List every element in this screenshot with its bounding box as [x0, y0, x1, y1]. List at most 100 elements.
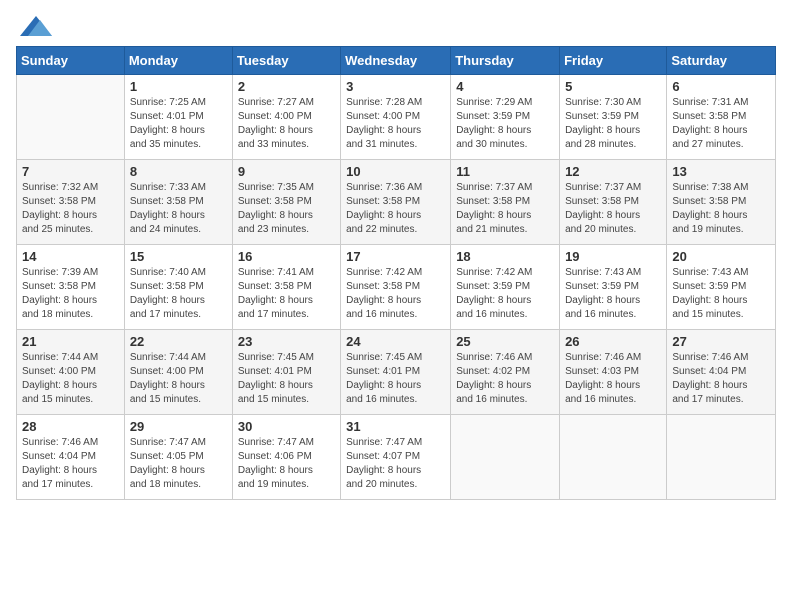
calendar-cell: 4Sunrise: 7:29 AM Sunset: 3:59 PM Daylig…	[451, 75, 560, 160]
calendar-cell: 14 Sunrise: 7:39 AM Sunset: 3:58 PM Dayli…	[17, 245, 125, 330]
day-info: Sunrise: 7:44 AM Sunset: 4:00 PM Dayligh…	[22, 351, 119, 407]
day-number: 24	[346, 334, 445, 349]
day-number: 23	[238, 334, 335, 349]
calendar-week-row: 7 Sunrise: 7:32 AM Sunset: 3:58 PM Daylig…	[17, 160, 776, 245]
day-header-monday: Monday	[124, 47, 232, 75]
day-header-wednesday: Wednesday	[341, 47, 451, 75]
day-number: 16	[238, 249, 335, 264]
day-header-sunday: Sunday	[17, 47, 125, 75]
calendar-cell: 3Sunrise: 7:28 AM Sunset: 4:00 PM Daylig…	[341, 75, 451, 160]
day-number: 1	[130, 79, 227, 94]
calendar-cell	[17, 75, 125, 160]
day-info: Sunrise: 7:33 AM Sunset: 3:58 PM Dayligh…	[130, 181, 227, 237]
calendar-cell: 19Sunrise: 7:43 AM Sunset: 3:59 PM Dayli…	[560, 245, 667, 330]
day-number: 6	[672, 79, 770, 94]
day-number: 5	[565, 79, 661, 94]
day-info: Sunrise: 7:32 AM Sunset: 3:58 PM Dayligh…	[22, 181, 119, 237]
calendar-cell: 13 Sunrise: 7:38 AM Sunset: 3:58 PM Dayli…	[667, 160, 776, 245]
day-info: Sunrise: 7:25 AM Sunset: 4:01 PM Dayligh…	[130, 96, 227, 152]
day-info: Sunrise: 7:39 AM Sunset: 3:58 PM Dayligh…	[22, 266, 119, 322]
day-info: Sunrise: 7:46 AM Sunset: 4:04 PM Dayligh…	[672, 351, 770, 407]
day-info: Sunrise: 7:35 AM Sunset: 3:58 PM Dayligh…	[238, 181, 335, 237]
day-number: 10	[346, 164, 445, 179]
day-info: Sunrise: 7:43 AM Sunset: 3:59 PM Dayligh…	[565, 266, 661, 322]
day-header-friday: Friday	[560, 47, 667, 75]
calendar-cell: 28 Sunrise: 7:46 AM Sunset: 4:04 PM Dayli…	[17, 415, 125, 500]
day-number: 9	[238, 164, 335, 179]
calendar-cell: 8 Sunrise: 7:33 AM Sunset: 3:58 PM Daylig…	[124, 160, 232, 245]
day-number: 13	[672, 164, 770, 179]
calendar-cell: 11Sunrise: 7:37 AM Sunset: 3:58 PM Dayli…	[451, 160, 560, 245]
calendar-table: SundayMondayTuesdayWednesdayThursdayFrid…	[16, 46, 776, 500]
calendar-week-row: 1 Sunrise: 7:25 AM Sunset: 4:01 PM Daylig…	[17, 75, 776, 160]
logo-icon	[20, 16, 52, 36]
calendar-cell	[667, 415, 776, 500]
day-info: Sunrise: 7:45 AM Sunset: 4:01 PM Dayligh…	[346, 351, 445, 407]
day-info: Sunrise: 7:42 AM Sunset: 3:58 PM Dayligh…	[346, 266, 445, 322]
day-number: 31	[346, 419, 445, 434]
calendar-week-row: 21 Sunrise: 7:44 AM Sunset: 4:00 PM Dayli…	[17, 330, 776, 415]
calendar-cell: 9 Sunrise: 7:35 AM Sunset: 3:58 PM Daylig…	[232, 160, 340, 245]
day-number: 27	[672, 334, 770, 349]
calendar-cell: 27 Sunrise: 7:46 AM Sunset: 4:04 PM Dayli…	[667, 330, 776, 415]
day-header-tuesday: Tuesday	[232, 47, 340, 75]
calendar-cell: 7 Sunrise: 7:32 AM Sunset: 3:58 PM Daylig…	[17, 160, 125, 245]
day-info: Sunrise: 7:44 AM Sunset: 4:00 PM Dayligh…	[130, 351, 227, 407]
day-number: 3	[346, 79, 445, 94]
day-header-saturday: Saturday	[667, 47, 776, 75]
calendar-cell: 26 Sunrise: 7:46 AM Sunset: 4:03 PM Dayli…	[560, 330, 667, 415]
day-info: Sunrise: 7:42 AM Sunset: 3:59 PM Dayligh…	[456, 266, 554, 322]
day-header-thursday: Thursday	[451, 47, 560, 75]
day-number: 28	[22, 419, 119, 434]
day-info: Sunrise: 7:45 AM Sunset: 4:01 PM Dayligh…	[238, 351, 335, 407]
day-number: 20	[672, 249, 770, 264]
calendar-cell: 23 Sunrise: 7:45 AM Sunset: 4:01 PM Dayli…	[232, 330, 340, 415]
day-number: 14	[22, 249, 119, 264]
day-number: 8	[130, 164, 227, 179]
calendar-cell: 30 Sunrise: 7:47 AM Sunset: 4:06 PM Dayli…	[232, 415, 340, 500]
calendar-cell	[560, 415, 667, 500]
day-info: Sunrise: 7:46 AM Sunset: 4:03 PM Dayligh…	[565, 351, 661, 407]
day-number: 30	[238, 419, 335, 434]
day-number: 17	[346, 249, 445, 264]
day-number: 25	[456, 334, 554, 349]
day-info: Sunrise: 7:38 AM Sunset: 3:58 PM Dayligh…	[672, 181, 770, 237]
calendar-cell: 1 Sunrise: 7:25 AM Sunset: 4:01 PM Daylig…	[124, 75, 232, 160]
day-number: 21	[22, 334, 119, 349]
day-info: Sunrise: 7:29 AM Sunset: 3:59 PM Dayligh…	[456, 96, 554, 152]
page-header	[16, 16, 776, 36]
day-info: Sunrise: 7:47 AM Sunset: 4:06 PM Dayligh…	[238, 436, 335, 492]
calendar-cell: 31Sunrise: 7:47 AM Sunset: 4:07 PM Dayli…	[341, 415, 451, 500]
calendar-cell: 29 Sunrise: 7:47 AM Sunset: 4:05 PM Dayli…	[124, 415, 232, 500]
day-info: Sunrise: 7:46 AM Sunset: 4:02 PM Dayligh…	[456, 351, 554, 407]
calendar-cell: 15Sunrise: 7:40 AM Sunset: 3:58 PM Dayli…	[124, 245, 232, 330]
calendar-cell: 6 Sunrise: 7:31 AM Sunset: 3:58 PM Daylig…	[667, 75, 776, 160]
calendar-cell: 16Sunrise: 7:41 AM Sunset: 3:58 PM Dayli…	[232, 245, 340, 330]
day-info: Sunrise: 7:27 AM Sunset: 4:00 PM Dayligh…	[238, 96, 335, 152]
day-number: 22	[130, 334, 227, 349]
day-number: 12	[565, 164, 661, 179]
calendar-cell: 12 Sunrise: 7:37 AM Sunset: 3:58 PM Dayli…	[560, 160, 667, 245]
calendar-cell: 10Sunrise: 7:36 AM Sunset: 3:58 PM Dayli…	[341, 160, 451, 245]
day-info: Sunrise: 7:47 AM Sunset: 4:05 PM Dayligh…	[130, 436, 227, 492]
day-number: 29	[130, 419, 227, 434]
calendar-cell: 17 Sunrise: 7:42 AM Sunset: 3:58 PM Dayli…	[341, 245, 451, 330]
day-info: Sunrise: 7:43 AM Sunset: 3:59 PM Dayligh…	[672, 266, 770, 322]
day-info: Sunrise: 7:31 AM Sunset: 3:58 PM Dayligh…	[672, 96, 770, 152]
day-number: 7	[22, 164, 119, 179]
day-info: Sunrise: 7:37 AM Sunset: 3:58 PM Dayligh…	[565, 181, 661, 237]
day-info: Sunrise: 7:30 AM Sunset: 3:59 PM Dayligh…	[565, 96, 661, 152]
calendar-week-row: 28 Sunrise: 7:46 AM Sunset: 4:04 PM Dayli…	[17, 415, 776, 500]
day-info: Sunrise: 7:40 AM Sunset: 3:58 PM Dayligh…	[130, 266, 227, 322]
day-info: Sunrise: 7:37 AM Sunset: 3:58 PM Dayligh…	[456, 181, 554, 237]
day-number: 18	[456, 249, 554, 264]
calendar-cell: 5 Sunrise: 7:30 AM Sunset: 3:59 PM Daylig…	[560, 75, 667, 160]
calendar-cell: 24 Sunrise: 7:45 AM Sunset: 4:01 PM Dayli…	[341, 330, 451, 415]
day-number: 26	[565, 334, 661, 349]
calendar-cell	[451, 415, 560, 500]
calendar-cell: 18 Sunrise: 7:42 AM Sunset: 3:59 PM Dayli…	[451, 245, 560, 330]
logo	[16, 16, 52, 36]
calendar-cell: 2Sunrise: 7:27 AM Sunset: 4:00 PM Daylig…	[232, 75, 340, 160]
calendar-cell: 21 Sunrise: 7:44 AM Sunset: 4:00 PM Dayli…	[17, 330, 125, 415]
day-info: Sunrise: 7:46 AM Sunset: 4:04 PM Dayligh…	[22, 436, 119, 492]
